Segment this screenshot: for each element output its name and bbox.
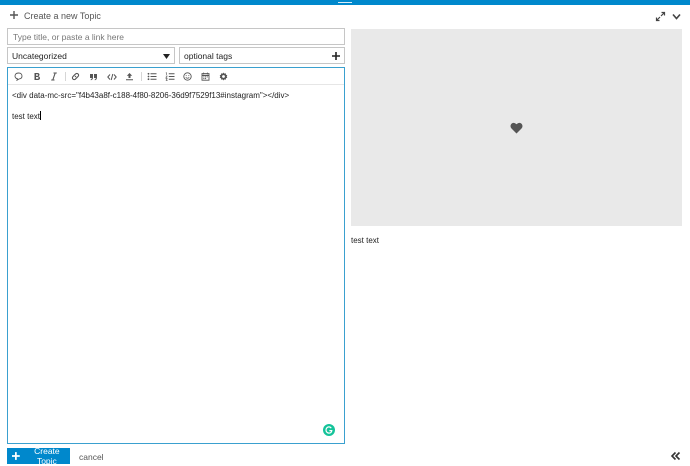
text-cursor [40,111,42,120]
hide-preview-icon[interactable] [670,451,681,461]
calendar-icon[interactable] [200,71,211,82]
tags-placeholder: optional tags [184,51,233,61]
gear-icon[interactable] [218,71,229,82]
plus-icon [10,11,18,19]
caret-down-icon [163,54,170,59]
blockquote-icon[interactable] [88,71,99,82]
resize-grip[interactable] [338,2,352,3]
chevron-down-icon[interactable] [671,11,682,22]
preview-embed [351,29,682,226]
bold-icon[interactable] [31,71,42,82]
upload-icon[interactable] [124,71,135,82]
composer-title: Create a new Topic [24,11,101,21]
tags-input[interactable]: optional tags [179,47,345,64]
create-topic-label: Create Topic [34,446,60,466]
plus-icon[interactable] [332,52,340,60]
bullet-list-icon[interactable] [146,71,157,82]
grammarly-icon[interactable] [323,424,335,436]
composer-header: Create a new Topic [0,5,690,27]
heart-icon [510,122,523,134]
toolbar-separator [65,72,66,81]
topic-title-input[interactable] [7,28,345,45]
emoji-icon[interactable] [182,71,193,82]
editor[interactable]: <div data-mc-src="f4b43a8f-c188-4f80-820… [7,67,345,444]
editor-line: <div data-mc-src="f4b43a8f-c188-4f80-820… [12,91,290,100]
preview-text: test text [351,236,380,245]
cancel-link[interactable]: cancel [79,452,104,462]
toolbar-separator [141,72,142,81]
numbered-list-icon[interactable] [164,71,175,82]
editor-line: test text [12,111,42,121]
plus-icon [12,452,20,460]
category-selected: Uncategorized [12,51,67,61]
editor-toolbar [8,68,344,85]
expand-icon[interactable] [655,11,666,22]
italic-icon[interactable] [48,71,59,82]
create-topic-button[interactable]: Create Topic [7,446,70,466]
quote-icon[interactable] [13,71,24,82]
code-icon[interactable] [106,71,117,82]
editor-text: test text [12,112,41,121]
category-select[interactable]: Uncategorized [7,47,175,64]
link-icon[interactable] [70,71,81,82]
